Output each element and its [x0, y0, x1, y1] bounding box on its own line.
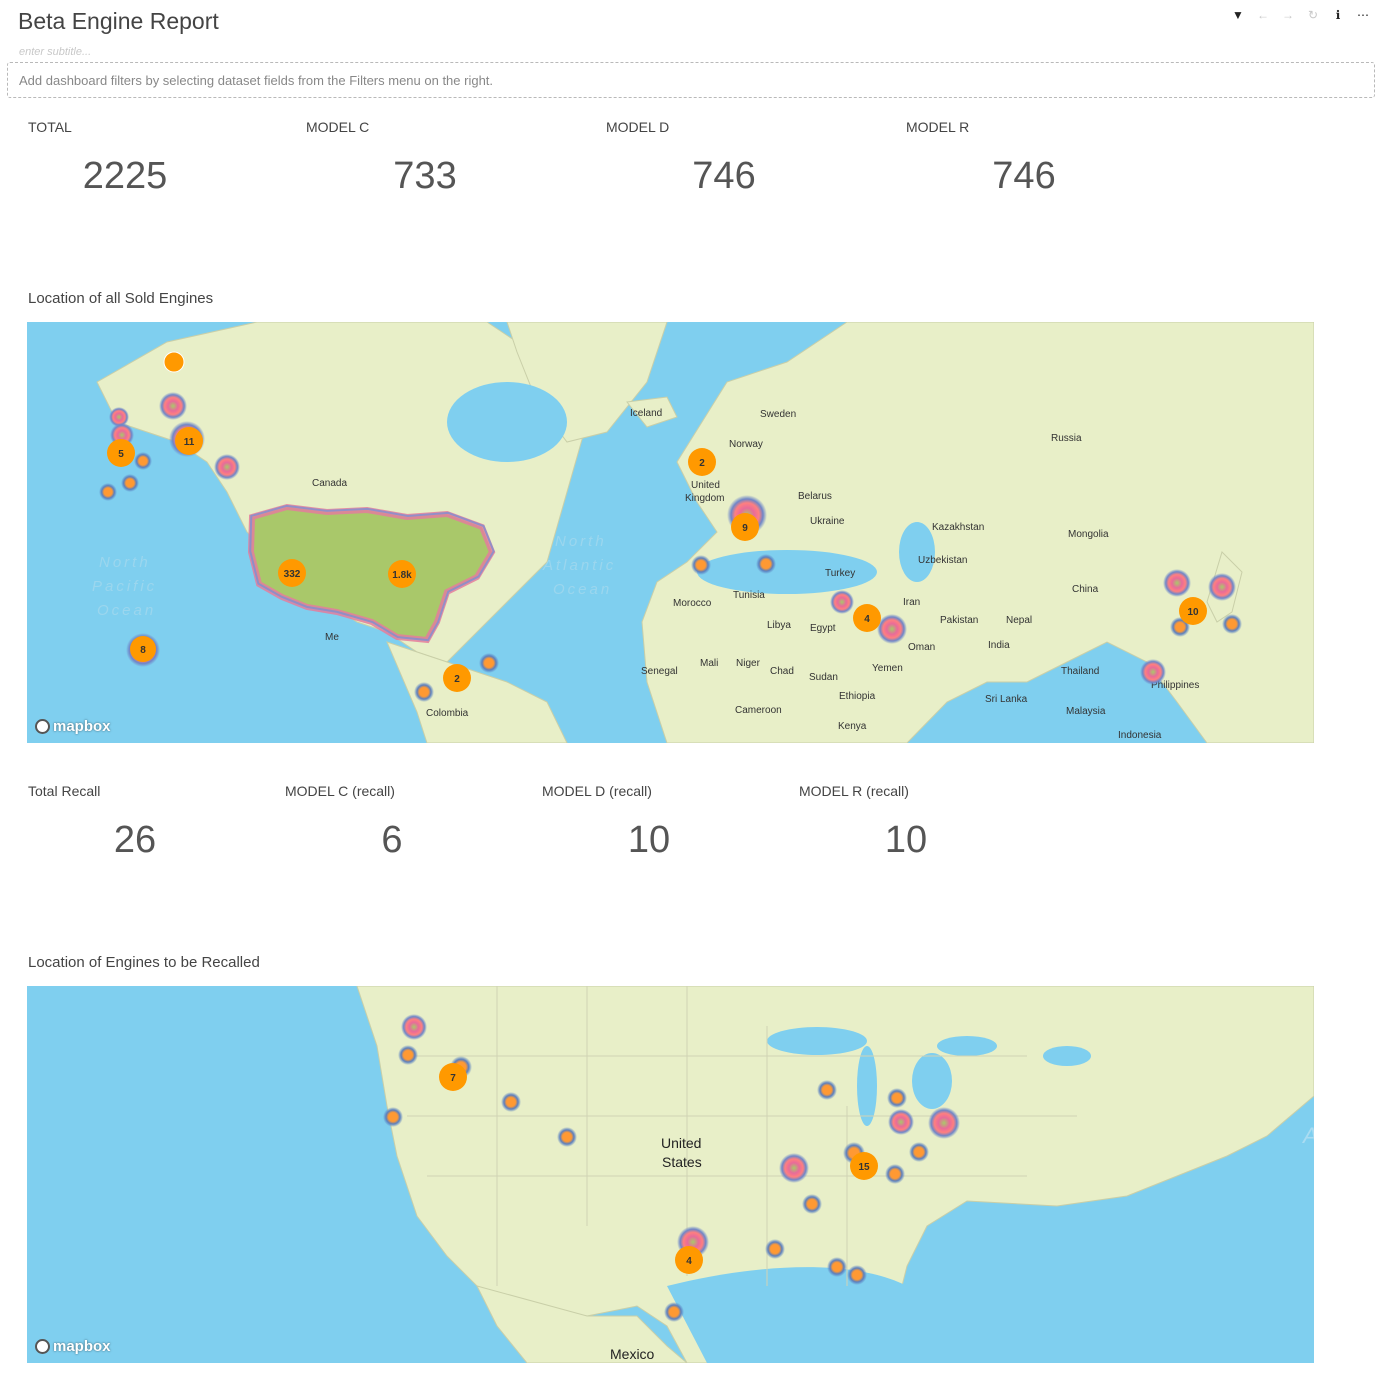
mapbox-icon	[35, 1339, 50, 1354]
more-icon[interactable]: ⋯	[1356, 8, 1370, 22]
recall-map-title: Location of Engines to be Recalled	[28, 954, 260, 971]
sold-engines-map[interactable]: North Pacific Ocean North Atlantic Ocean…	[27, 322, 1314, 743]
cluster-label: 11	[184, 437, 195, 448]
svg-text:Libya: Libya	[767, 620, 791, 631]
redo-icon[interactable]: →	[1281, 8, 1295, 22]
svg-text:Sweden: Sweden	[760, 409, 796, 420]
kpi-model-d-value: 746	[692, 155, 756, 197]
page-title[interactable]: Beta Engine Report	[18, 8, 219, 35]
kpi-model-r-recall-value: 10	[884, 819, 928, 861]
refresh-icon[interactable]: ↻	[1306, 8, 1320, 22]
svg-text:Kazakhstan: Kazakhstan	[932, 522, 984, 533]
us-map-svg: United States Mexico A	[356, 986, 1314, 1363]
kpi-model-r-label: MODEL R	[906, 119, 970, 135]
kpi-model-d-recall-label: MODEL D (recall)	[542, 783, 652, 799]
svg-text:Belarus: Belarus	[798, 491, 832, 502]
svg-text:Chad: Chad	[770, 666, 794, 677]
kpi-model-d-recall-value: 10	[627, 819, 671, 861]
kpi-model-c-value: 733	[393, 155, 457, 197]
kpi-model-r-recall-label: MODEL R (recall)	[799, 783, 909, 799]
cluster-label: 8	[140, 645, 146, 656]
svg-text:States: States	[662, 1154, 702, 1170]
world-map-svg: North Pacific Ocean North Atlantic Ocean…	[92, 322, 1314, 743]
cluster-label: 1.8k	[392, 570, 412, 581]
svg-text:Sudan: Sudan	[809, 672, 838, 683]
svg-text:Mongolia: Mongolia	[1068, 529, 1109, 540]
svg-text:United: United	[661, 1135, 701, 1151]
svg-text:Thailand: Thailand	[1061, 666, 1099, 677]
svg-text:Uzbekistan: Uzbekistan	[918, 555, 967, 566]
kpi-model-r-value: 746	[992, 155, 1056, 197]
kpi-total-value: 2225	[82, 155, 168, 197]
mapbox-logo[interactable]: mapbox	[35, 718, 111, 735]
kpi-model-c-recall-label: MODEL C (recall)	[285, 783, 395, 799]
kpi-model-d-label: MODEL D	[606, 119, 670, 135]
mapbox-logo[interactable]: mapbox	[35, 1338, 111, 1355]
svg-text:Egypt: Egypt	[810, 623, 836, 634]
svg-text:Kenya: Kenya	[838, 721, 867, 732]
cluster-label: 332	[284, 569, 301, 580]
sold-map-title: Location of all Sold Engines	[28, 290, 214, 307]
cluster-label: 2	[699, 458, 705, 469]
svg-text:Morocco: Morocco	[673, 598, 712, 609]
recall-engines-map[interactable]: United States Mexico A	[27, 986, 1314, 1363]
subtitle-input[interactable]: enter subtitle...	[19, 46, 91, 58]
svg-text:Senegal: Senegal	[641, 666, 678, 677]
cluster-label: 2	[454, 674, 460, 685]
svg-text:Pacific: Pacific	[92, 578, 157, 595]
svg-text:United: United	[691, 480, 720, 491]
svg-text:Ethiopia: Ethiopia	[839, 691, 876, 702]
mapbox-icon	[35, 719, 50, 734]
svg-text:Malaysia: Malaysia	[1066, 706, 1106, 717]
cluster-label: 10	[1187, 607, 1199, 618]
dashboard-filter-bar[interactable]: Add dashboard filters by selecting datas…	[7, 62, 1375, 98]
svg-text:North: North	[555, 533, 607, 550]
svg-text:Cameroon: Cameroon	[735, 705, 782, 716]
svg-text:India: India	[988, 640, 1010, 651]
svg-text:Tunisia: Tunisia	[733, 590, 765, 601]
svg-text:Ocean: Ocean	[97, 602, 156, 619]
svg-text:Russia: Russia	[1051, 433, 1082, 444]
cluster-label: 9	[742, 523, 748, 534]
svg-text:Yemen: Yemen	[872, 663, 903, 674]
svg-text:Mexico: Mexico	[610, 1346, 655, 1362]
toolbar: ▼ ← → ↻ ℹ ⋯	[1231, 8, 1370, 22]
svg-text:Me: Me	[325, 632, 339, 643]
svg-text:North: North	[99, 554, 151, 571]
kpi-total-label: TOTAL	[28, 119, 72, 135]
kpi-total-recall-value: 26	[113, 819, 157, 861]
svg-text:Turkey: Turkey	[825, 568, 855, 579]
svg-text:Sri Lanka: Sri Lanka	[985, 694, 1028, 705]
svg-text:Iceland: Iceland	[630, 408, 662, 419]
svg-text:Pakistan: Pakistan	[940, 615, 978, 626]
filter-icon[interactable]: ▼	[1231, 8, 1245, 22]
cluster-label: 5	[118, 449, 124, 460]
cluster-label: 4	[864, 614, 870, 625]
kpi-model-c-recall-value: 6	[381, 819, 403, 861]
svg-text:Colombia: Colombia	[426, 708, 469, 719]
svg-text:Ukraine: Ukraine	[810, 516, 845, 527]
filter-bar-hint: Add dashboard filters by selecting datas…	[19, 73, 494, 88]
cluster-label: 7	[450, 1073, 456, 1084]
svg-text:China: China	[1072, 584, 1099, 595]
svg-text:Iran: Iran	[903, 597, 920, 608]
svg-text:Indonesia: Indonesia	[1118, 730, 1162, 741]
svg-text:Ocean: Ocean	[553, 581, 612, 598]
svg-text:Canada: Canada	[312, 478, 347, 489]
svg-text:Oman: Oman	[908, 642, 935, 653]
cluster-label: 15	[858, 1162, 870, 1173]
svg-text:Mali: Mali	[700, 658, 718, 669]
undo-icon[interactable]: ←	[1256, 8, 1270, 22]
kpi-total-recall-label: Total Recall	[28, 783, 101, 799]
svg-text:Atlantic: Atlantic	[542, 557, 616, 574]
cluster-label: 4	[686, 1256, 692, 1267]
svg-text:Niger: Niger	[736, 658, 761, 669]
kpi-model-c-label: MODEL C	[306, 119, 370, 135]
svg-text:A: A	[1301, 1123, 1314, 1148]
svg-text:Nepal: Nepal	[1006, 615, 1032, 626]
svg-text:Norway: Norway	[729, 439, 763, 450]
svg-text:Kingdom: Kingdom	[685, 493, 724, 504]
info-icon[interactable]: ℹ	[1331, 8, 1345, 22]
